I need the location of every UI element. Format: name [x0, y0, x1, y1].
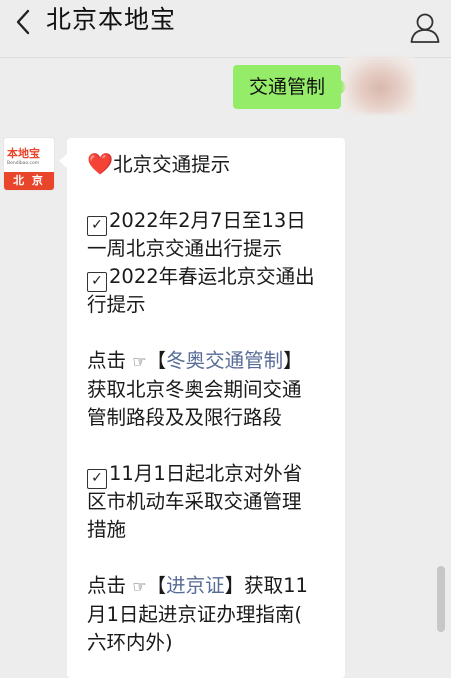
desc1-line2: 管制路段及及限行路段	[87, 406, 283, 429]
click-prefix: 点击	[87, 349, 127, 372]
back-button[interactable]	[8, 8, 38, 36]
item1-line2: 一周北京交通出行提示	[87, 237, 283, 260]
my-avatar[interactable]	[344, 56, 416, 114]
heading-text: 北京交通提示	[113, 153, 231, 176]
pointing-hand-icon: ☞	[132, 577, 147, 596]
sender-avatar[interactable]: 本地宝 Bendibao.com 北 京	[4, 138, 54, 190]
item2-line2: 行提示	[87, 293, 146, 316]
desc2-line3: 六环内外)	[87, 631, 173, 654]
checkbox-icon: ✓	[87, 216, 107, 236]
click-prefix: 点击	[87, 574, 127, 597]
click-line-2: 点击 ☞【进京证】获取11	[87, 572, 335, 601]
pointing-hand-icon: ☞	[132, 352, 147, 371]
scrollbar-thumb[interactable]	[437, 566, 445, 632]
sender-logo-text: 本地宝	[7, 147, 40, 160]
bracket-close: 】	[283, 349, 303, 372]
item1-text-line1: 2022年2月7日至13日	[109, 209, 306, 232]
chat-header: 北京本地宝	[0, 0, 451, 58]
item2-line1: ✓ 2022年春运北京交通出	[87, 263, 335, 292]
click-line-1: 点击 ☞【冬奥交通管制】	[87, 347, 335, 376]
chevron-left-icon	[16, 9, 30, 35]
desc2-line2: 月1日起进京证办理指南(	[87, 603, 303, 626]
sender-city-label: 北 京	[4, 172, 54, 190]
desc2-suffix: 获取11	[244, 574, 308, 597]
item1-line1: ✓ 2022年2月7日至13日	[87, 207, 335, 236]
item3-line2: 区市机动车采取交通管理	[87, 490, 302, 513]
message-heading: ❤️北京交通提示	[87, 150, 335, 179]
chat-info-button[interactable]	[409, 11, 441, 45]
item2-text-line1: 2022年春运北京交通出	[109, 265, 315, 288]
bracket-close: 】	[224, 574, 245, 597]
checkbox-icon: ✓	[87, 469, 107, 489]
sender-logo-url: Bendibao.com	[7, 161, 40, 166]
chat-title: 北京本地宝	[46, 5, 177, 34]
outgoing-message-bubble[interactable]: 交通管制	[232, 65, 350, 109]
person-icon	[410, 13, 440, 43]
incoming-message-bubble[interactable]: ❤️北京交通提示 ✓ 2022年2月7日至13日 一周北京交通出行提示 ✓ 2022…	[59, 138, 345, 678]
winter-olympics-traffic-link[interactable]: 冬奥交通管制	[166, 349, 283, 372]
heart-icon: ❤️	[87, 152, 114, 176]
beijing-entry-permit-link[interactable]: 进京证	[166, 574, 225, 597]
outgoing-message-text: 交通管制	[248, 76, 325, 98]
bracket-open: 【	[146, 349, 167, 372]
item3-text-line1: 11月1日起北京对外省	[109, 462, 303, 485]
desc1-line1: 获取北京冬奥会期间交通	[87, 378, 302, 401]
item3-line1: ✓ 11月1日起北京对外省	[87, 460, 335, 489]
checkbox-icon: ✓	[87, 272, 107, 292]
bracket-open: 【	[146, 574, 167, 597]
item3-line3: 措施	[87, 518, 127, 541]
sender-logo-area: 本地宝 Bendibao.com	[4, 138, 54, 172]
